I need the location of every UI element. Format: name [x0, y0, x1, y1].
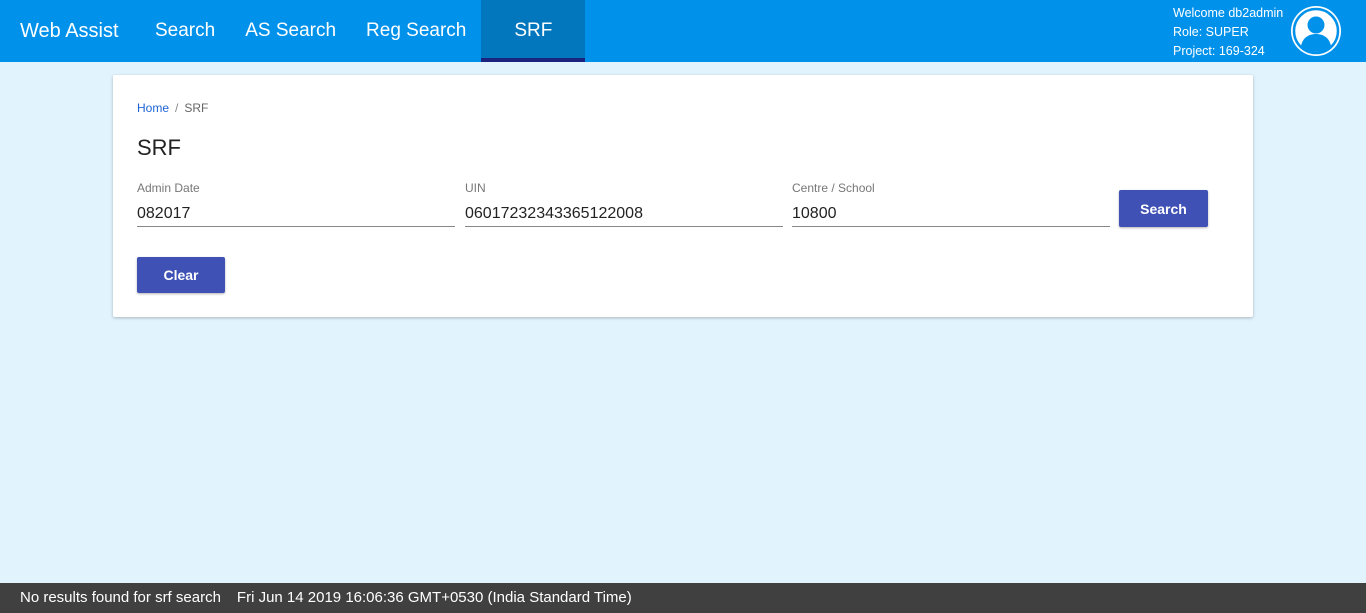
welcome-text: Welcome db2admin	[1173, 6, 1284, 20]
top-navbar: Web Assist Search AS Search Reg Search S…	[0, 0, 1366, 62]
clear-button[interactable]: Clear	[137, 257, 225, 293]
uin-label: UIN	[465, 181, 486, 195]
nav-reg-search[interactable]: Reg Search	[351, 0, 481, 62]
breadcrumb-current: SRF	[184, 101, 209, 115]
user-info: Welcome db2admin Role: SUPER Project: 16…	[1173, 4, 1283, 61]
nav-srf[interactable]: SRF	[481, 0, 586, 62]
app-brand[interactable]: Web Assist	[20, 0, 119, 62]
admin-date-field: Admin Date	[137, 181, 455, 227]
admin-date-label: Admin Date	[137, 181, 200, 195]
status-message: No results found for srf search	[20, 589, 221, 606]
breadcrumb: Home / SRF	[137, 101, 208, 115]
user-avatar-icon[interactable]	[1291, 6, 1341, 56]
breadcrumb-home[interactable]: Home	[137, 101, 169, 115]
srf-card: Home / SRF SRF Admin Date UIN Centre / Sch…	[113, 75, 1253, 317]
uin-input[interactable]	[465, 197, 783, 227]
centre-input[interactable]	[792, 197, 1110, 227]
nav-search[interactable]: Search	[140, 0, 230, 62]
status-bar: No results found for srf search Fri Jun 1…	[0, 583, 1366, 613]
centre-field: Centre / School	[792, 181, 1110, 227]
breadcrumb-separator: /	[175, 101, 179, 115]
status-timestamp: Fri Jun 14 2019 16:06:36 GMT+0530 (India…	[236, 589, 632, 606]
search-button[interactable]: Search	[1119, 190, 1208, 227]
role-text: Role: SUPER	[1173, 25, 1249, 39]
page-title: SRF	[137, 135, 181, 160]
centre-label: Centre / School	[792, 181, 875, 195]
main-nav: Search AS Search Reg Search SRF	[140, 0, 586, 62]
uin-field: UIN	[465, 181, 783, 227]
project-text: Project: 169-324	[1173, 44, 1265, 58]
admin-date-input[interactable]	[137, 197, 455, 227]
nav-as-search[interactable]: AS Search	[230, 0, 351, 62]
